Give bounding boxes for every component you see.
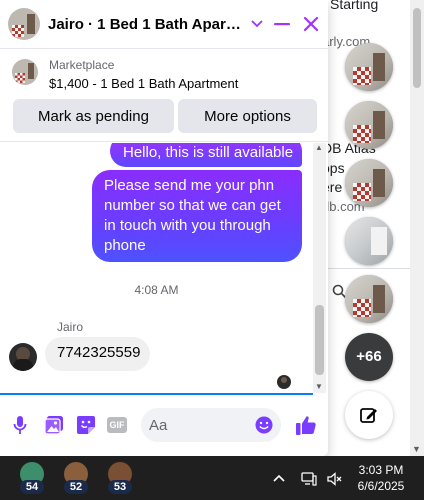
close-icon xyxy=(303,16,319,32)
message-list[interactable]: Hello, this is still available Please se… xyxy=(0,143,313,393)
message-scrollbar-thumb[interactable] xyxy=(315,305,324,375)
chat-head-1[interactable] xyxy=(345,43,393,91)
microphone-icon xyxy=(13,416,27,434)
marketplace-product-card: Marketplace $1,400 - 1 Bed 1 Bath Apartm… xyxy=(0,48,328,142)
chat-head-5[interactable] xyxy=(345,275,393,323)
volume-muted-icon[interactable] xyxy=(326,470,344,488)
minimize-icon xyxy=(274,23,290,26)
message-timestamp: 4:08 AM xyxy=(134,283,179,297)
chevron-down-icon xyxy=(251,20,263,28)
chat-header[interactable]: Jairo · 1 Bed 1 Bath Apartm... xyxy=(0,0,328,48)
notification-badge: 53 xyxy=(108,480,132,494)
voice-clip-button[interactable] xyxy=(8,413,32,437)
bg-text-starting: Starting xyxy=(330,0,379,12)
marketplace-label: Marketplace xyxy=(49,58,115,72)
incoming-message[interactable]: 7742325559 xyxy=(45,337,150,371)
show-hidden-icons-chevron-up-icon[interactable] xyxy=(270,470,288,488)
new-message-button[interactable] xyxy=(345,391,393,439)
gif-button[interactable]: GIF xyxy=(106,413,128,437)
sticker-icon xyxy=(77,416,95,434)
minimize-button[interactable] xyxy=(270,12,294,36)
photo-icon xyxy=(44,416,63,435)
taskbar-app-1[interactable]: 54 xyxy=(16,462,48,494)
message-input-container[interactable] xyxy=(141,408,281,442)
sender-name: Jairo xyxy=(57,320,84,334)
compose-icon xyxy=(360,408,377,423)
bg-divider xyxy=(322,268,410,269)
seen-receipt-avatar xyxy=(277,375,291,389)
page-scrollbar[interactable]: ▼ xyxy=(410,0,424,456)
chat-head-4[interactable] xyxy=(345,217,393,265)
message-list-scrollbar[interactable]: ▲ ▼ xyxy=(313,143,326,393)
clock-time: 3:03 PM xyxy=(358,463,404,477)
like-button[interactable] xyxy=(294,413,318,437)
chat-options-button[interactable] xyxy=(245,12,269,36)
scroll-up-arrow-icon[interactable]: ▲ xyxy=(315,143,323,152)
message-input[interactable] xyxy=(149,408,249,442)
more-chats-button[interactable]: +66 xyxy=(345,333,393,381)
scroll-down-arrow-icon[interactable]: ▼ xyxy=(412,444,421,454)
notification-badge: 54 xyxy=(20,480,44,494)
notification-badge: 52 xyxy=(64,480,88,494)
taskbar: 54 52 53 3:03 PM 6/6/2025 xyxy=(0,456,424,500)
taskbar-app-3[interactable]: 53 xyxy=(104,462,136,494)
gif-icon: GIF xyxy=(107,417,127,433)
thumbs-up-icon xyxy=(296,416,316,435)
more-options-button[interactable]: More options xyxy=(178,99,317,133)
system-clock[interactable]: 3:03 PM 6/6/2025 xyxy=(350,462,412,494)
chat-title[interactable]: Jairo · 1 Bed 1 Bath Apartm... xyxy=(48,16,244,33)
contact-avatar[interactable] xyxy=(8,8,40,40)
chat-head-2[interactable] xyxy=(345,101,393,149)
taskbar-app-2[interactable]: 52 xyxy=(60,462,92,494)
message-composer: GIF xyxy=(0,395,328,456)
outgoing-message[interactable]: Please send me your phn number so that w… xyxy=(92,170,302,262)
sender-avatar[interactable] xyxy=(9,343,37,371)
page-scrollbar-thumb[interactable] xyxy=(413,8,421,88)
outgoing-message[interactable]: Hello, this is still available xyxy=(110,143,302,167)
chat-head-3[interactable] xyxy=(345,159,393,207)
clock-date: 6/6/2025 xyxy=(357,479,405,493)
emoji-icon[interactable] xyxy=(255,416,273,434)
close-button[interactable] xyxy=(299,12,323,36)
mark-as-pending-button[interactable]: Mark as pending xyxy=(13,99,174,133)
scroll-down-arrow-icon[interactable]: ▼ xyxy=(315,382,323,391)
sticker-button[interactable] xyxy=(74,413,98,437)
product-thumbnail[interactable] xyxy=(12,59,38,85)
network-icon[interactable] xyxy=(300,470,318,488)
product-title[interactable]: $1,400 - 1 Bed 1 Bath Apartment xyxy=(49,76,238,91)
attach-photo-button[interactable] xyxy=(42,413,66,437)
chat-window: Jairo · 1 Bed 1 Bath Apartm... Marketpla… xyxy=(0,0,328,456)
